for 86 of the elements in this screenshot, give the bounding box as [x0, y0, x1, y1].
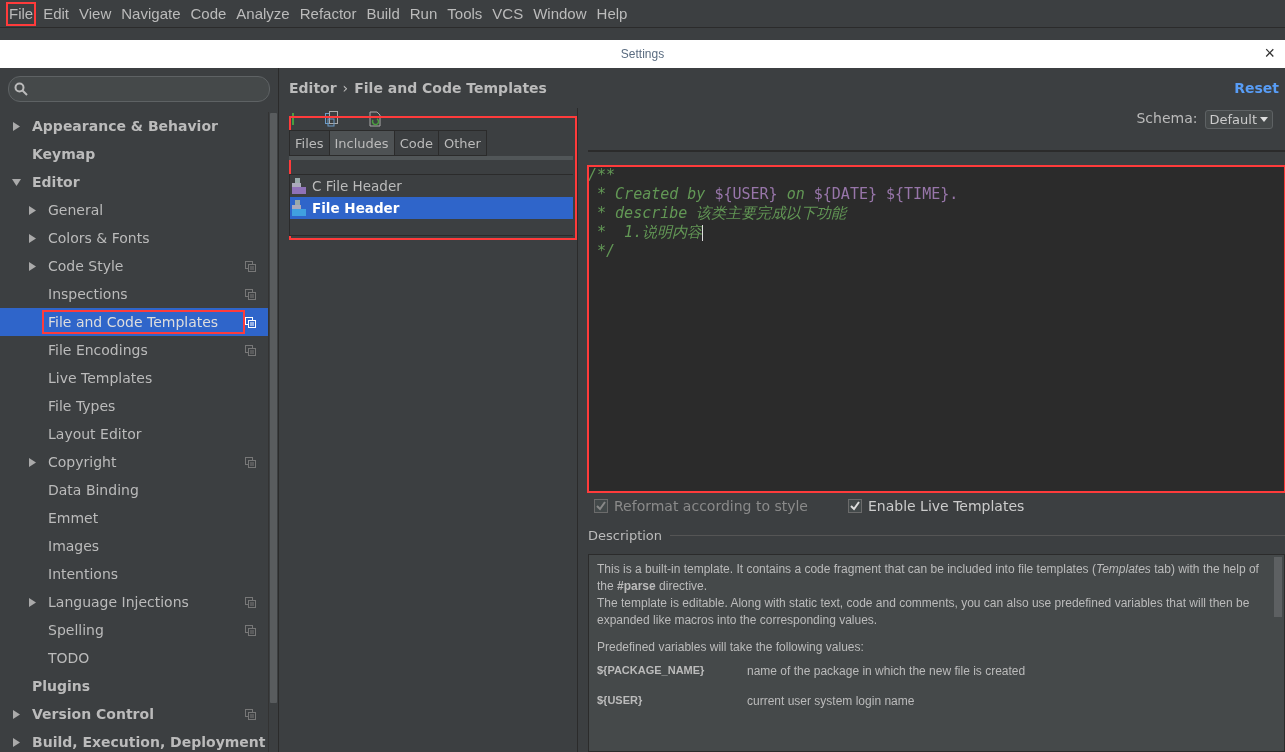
menu-item[interactable]: Run [406, 1, 441, 26]
project-settings-icon [245, 596, 256, 608]
template-item[interactable]: C File Header [290, 175, 573, 197]
java-file-icon [292, 200, 306, 216]
code-line: * Created by ${USER} on ${DATE} ${TIME}. [596, 185, 960, 204]
tree-item[interactable]: Build, Execution, Deployment [0, 728, 268, 752]
tree-item[interactable]: File Types [0, 392, 268, 420]
cpp-file-icon [292, 178, 306, 194]
reset-link[interactable]: Reset [1234, 80, 1279, 96]
variable-description: name of the package in which the new file is created [747, 664, 1026, 680]
variable-description: current user system login name [747, 694, 915, 710]
menu-item[interactable]: Code [187, 1, 230, 26]
project-settings-icon [245, 708, 256, 720]
project-settings-icon [245, 260, 256, 272]
description-text: This is a built-in template. It contains a code fragment that can be included into file templates (Templates tab) with the help of the #parse directive. [597, 561, 1260, 595]
menu-item[interactable]: Navigate [118, 1, 184, 26]
tree-item[interactable]: Spelling [0, 616, 268, 644]
breadcrumb-parent[interactable]: Editor [289, 80, 337, 96]
close-button[interactable]: × [1260, 43, 1279, 63]
scrollbar[interactable] [1274, 557, 1282, 617]
project-settings-icon [245, 344, 256, 356]
description-text: The template is editable. Along with static text, code and comments, you can also use predefined variables that will then be expanded like macros into the corresponding values. [597, 595, 1251, 629]
code-line: */ [596, 242, 617, 261]
tree-item[interactable]: Version Control [0, 700, 268, 728]
breadcrumb-current: File and Code Templates [354, 80, 547, 96]
tree-item[interactable]: General [0, 196, 268, 224]
tree-item[interactable]: Plugins [0, 672, 268, 700]
tree-item[interactable]: Keymap [0, 140, 268, 168]
tab[interactable]: Code [393, 130, 439, 156]
copy-icon[interactable] [325, 111, 339, 127]
description-text: Predefined variables will take the following values: [597, 639, 865, 656]
tree-item[interactable]: Images [0, 532, 268, 560]
checkbox-label: Reformat according to style [614, 498, 808, 514]
text-cursor [702, 224, 704, 241]
menu-item[interactable]: View [76, 1, 115, 26]
dialog-title: Settings [620, 47, 665, 61]
breadcrumb-separator: › [342, 80, 349, 96]
tree-item[interactable]: Intentions [0, 560, 268, 588]
scrollbar[interactable] [268, 112, 278, 752]
tree-item[interactable]: Language Injections [0, 588, 268, 616]
variable-name: ${USER} [597, 694, 644, 708]
tree-item[interactable]: Emmet [0, 504, 268, 532]
search-field[interactable] [8, 76, 270, 102]
schema-label: Schema: [1136, 110, 1198, 126]
project-settings-icon [245, 624, 256, 636]
document-icon[interactable] [369, 111, 381, 127]
tab[interactable]: Files [289, 130, 330, 156]
tree-item[interactable]: TODO [0, 644, 268, 672]
tree-item[interactable]: Code Style [0, 252, 268, 280]
tree-item[interactable]: Inspections [0, 280, 268, 308]
menu-item[interactable]: Edit [40, 1, 73, 26]
checkbox[interactable] [848, 499, 862, 513]
code-line: * describe 该类主要完成以下功能 [596, 204, 849, 223]
tree-item[interactable]: Appearance & Behavior [0, 112, 268, 140]
menu-item[interactable]: Help [593, 1, 631, 26]
code-line: /** [588, 166, 617, 185]
tree-item[interactable]: Data Binding [0, 476, 268, 504]
schema-dropdown[interactable]: Default [1204, 110, 1273, 129]
tree-item[interactable]: Copyright [0, 448, 268, 476]
checkbox-label[interactable]: Enable Live Templates [868, 498, 1025, 514]
template-item[interactable]: File Header [290, 197, 573, 219]
menu-item[interactable]: File [6, 1, 37, 26]
add-icon[interactable] [291, 113, 295, 125]
tab[interactable]: Other [437, 130, 487, 156]
section-title: Description [588, 527, 663, 543]
menu-item[interactable]: Refactor [296, 1, 360, 26]
menu-item[interactable]: Analyze [233, 1, 293, 26]
tree-item[interactable]: Colors & Fonts [0, 224, 268, 252]
menu-item[interactable]: Build [363, 1, 403, 26]
variable-name: ${PACKAGE_NAME} [597, 664, 706, 678]
project-settings-icon [245, 288, 256, 300]
menu-item[interactable]: Window [530, 1, 590, 26]
tree-item[interactable]: Editor [0, 168, 268, 196]
menu-item[interactable]: VCS [489, 1, 527, 26]
search-icon [14, 82, 28, 96]
menu-item[interactable]: Tools [444, 1, 486, 26]
tree-item[interactable]: Live Templates [0, 364, 268, 392]
code-line: * 1.说明内容 [596, 223, 705, 242]
tab[interactable]: Includes [328, 130, 395, 156]
caret-icon [1260, 117, 1268, 122]
project-settings-icon [245, 316, 256, 328]
tree-item[interactable]: File and Code Templates [0, 308, 268, 336]
tree-item[interactable]: File Encodings [0, 336, 268, 364]
tree-item[interactable]: Layout Editor [0, 420, 268, 448]
project-settings-icon [245, 456, 256, 468]
code-editor[interactable]: /** * Created by ${USER} on ${DATE} ${TIME}. * describe 该类主要完成以下功能 * 1.说明内容 */ [588, 166, 1285, 492]
